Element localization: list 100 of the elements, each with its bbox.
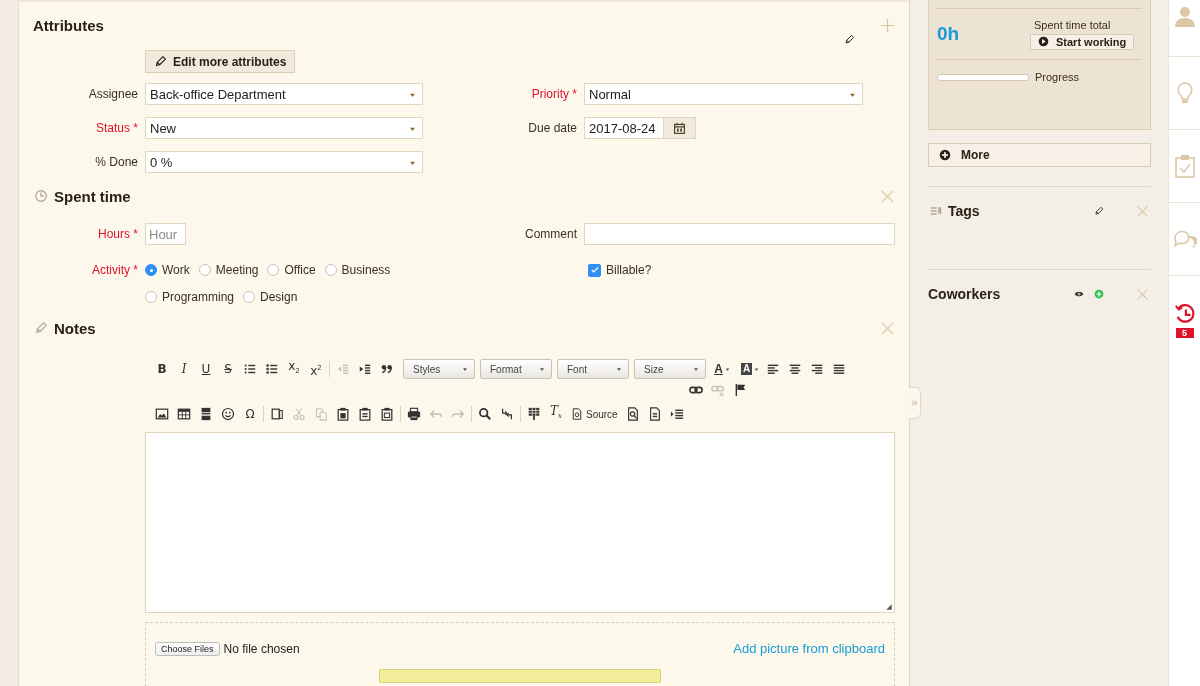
section-title: Notes (54, 319, 96, 337)
document-icon[interactable] (647, 407, 662, 421)
field-label: Priority * (530, 87, 577, 101)
clock-icon (34, 189, 48, 203)
paste-icon[interactable] (336, 407, 350, 421)
hours-field[interactable]: Hour (145, 223, 186, 245)
underline-button[interactable]: U (195, 361, 217, 377)
paste-text-icon[interactable] (358, 407, 372, 421)
align-left-icon[interactable] (766, 362, 780, 376)
file-status: No file chosen (223, 641, 300, 656)
template-icon[interactable] (270, 407, 284, 421)
toolbar-dropdown[interactable]: Size (634, 359, 706, 379)
caret-icon (462, 367, 468, 371)
time-total: 0h (937, 23, 961, 45)
calendar-icon (673, 121, 686, 135)
field-label: Activity * (91, 262, 138, 278)
progress-label: Progress (1035, 71, 1080, 83)
resize-grip-icon[interactable] (885, 603, 893, 611)
pencil-icon (34, 321, 48, 335)
strikethrough-button[interactable]: S (217, 361, 239, 377)
history-icon[interactable] (1173, 303, 1196, 325)
search-icon[interactable] (478, 407, 492, 421)
flag-icon[interactable] (733, 383, 747, 397)
count-badge: 5 (1175, 328, 1194, 338)
more-button[interactable]: More (928, 143, 1151, 167)
toolbar-dropdown[interactable]: Format (480, 359, 552, 379)
bulleted-list-icon[interactable] (265, 362, 279, 376)
play-icon (1038, 36, 1049, 47)
document-icon (571, 408, 583, 420)
toolbar-button[interactable]: x$_{2}$ (283, 358, 305, 380)
caret-icon (409, 91, 416, 97)
caret-icon (849, 91, 856, 97)
printer-icon[interactable] (407, 407, 421, 421)
start-working-button[interactable]: Start working (1030, 33, 1135, 50)
source-button[interactable]: Source (567, 408, 622, 420)
tags-icon (930, 205, 942, 217)
comment-field[interactable] (584, 223, 895, 245)
radio-button[interactable] (243, 291, 256, 303)
plus-circle-icon (939, 149, 951, 161)
checkmark-icon (589, 265, 600, 275)
select-field[interactable]: Normal (584, 83, 863, 105)
bold-button[interactable]: B (151, 361, 173, 377)
pencil-icon[interactable] (844, 34, 855, 45)
option-label: Business (341, 263, 391, 277)
checkbox[interactable] (588, 263, 601, 277)
choose-files-button[interactable]: Choose Files (155, 641, 220, 656)
pencil-icon (154, 55, 167, 68)
table-icon[interactable] (177, 407, 191, 421)
caret-icon (616, 367, 622, 371)
align-center-icon[interactable] (788, 362, 802, 376)
caret-icon (754, 367, 760, 371)
paste-word-icon[interactable] (380, 407, 394, 421)
section-title: Tags (948, 203, 980, 219)
caret-icon (693, 367, 699, 371)
image-icon[interactable] (155, 407, 169, 421)
field-label: Hours * (97, 226, 138, 243)
caret-icon (724, 367, 730, 371)
select-field[interactable]: Back-office Department (145, 83, 423, 105)
radio-button[interactable] (198, 264, 211, 276)
italic-button[interactable]: I (173, 361, 195, 377)
option-label: Office (284, 263, 316, 277)
pencil-icon[interactable] (1094, 206, 1104, 216)
select-field[interactable]: New (145, 117, 423, 139)
smiley-icon[interactable] (221, 407, 235, 421)
checkbox-label: Billable? (606, 263, 652, 277)
field-label: % Done (94, 155, 138, 169)
toolbar-dropdown[interactable]: Styles (403, 359, 475, 379)
radio-button[interactable] (324, 264, 337, 276)
caret-icon (409, 125, 416, 131)
select-field[interactable]: 0 % (145, 151, 423, 173)
option-label: Meeting (215, 263, 259, 277)
caret-icon (539, 367, 545, 371)
toolbar-button[interactable]: Ω (239, 406, 261, 422)
radio-button[interactable] (145, 264, 157, 276)
date-field[interactable]: 2017-08-24 (584, 117, 664, 139)
edit-attributes-button[interactable]: Edit more attributes (145, 50, 296, 73)
toolbar-button[interactable]: x$^{2}$ (305, 359, 327, 379)
align-right-icon[interactable] (810, 362, 824, 376)
field-label: Status * (94, 121, 138, 135)
blocks-icon[interactable] (527, 407, 541, 421)
eye-icon[interactable] (1074, 289, 1084, 299)
outline-icon[interactable] (669, 407, 684, 421)
indent-icon[interactable] (358, 362, 372, 376)
numbered-list-icon[interactable] (243, 362, 257, 376)
italic-button[interactable]: T$_{x}$ (545, 403, 567, 425)
toolbar-dropdown[interactable]: Font (557, 359, 629, 379)
radio-button[interactable] (267, 264, 280, 276)
quote-icon[interactable] (380, 362, 394, 376)
clipboard-check-icon[interactable] (1172, 154, 1197, 178)
replace-icon[interactable] (500, 407, 514, 421)
field-label: Assignee (87, 87, 138, 101)
option-label: Programming (162, 290, 235, 304)
calendar-button[interactable] (664, 117, 696, 139)
justify-icon[interactable] (832, 362, 846, 376)
field-label: Due date (527, 121, 577, 135)
radio-button[interactable] (145, 291, 157, 303)
text-color-button[interactable]: A (710, 362, 734, 376)
horizontal-rule-icon[interactable] (199, 407, 213, 421)
preview-icon[interactable] (625, 407, 640, 421)
caret-icon (409, 159, 416, 165)
